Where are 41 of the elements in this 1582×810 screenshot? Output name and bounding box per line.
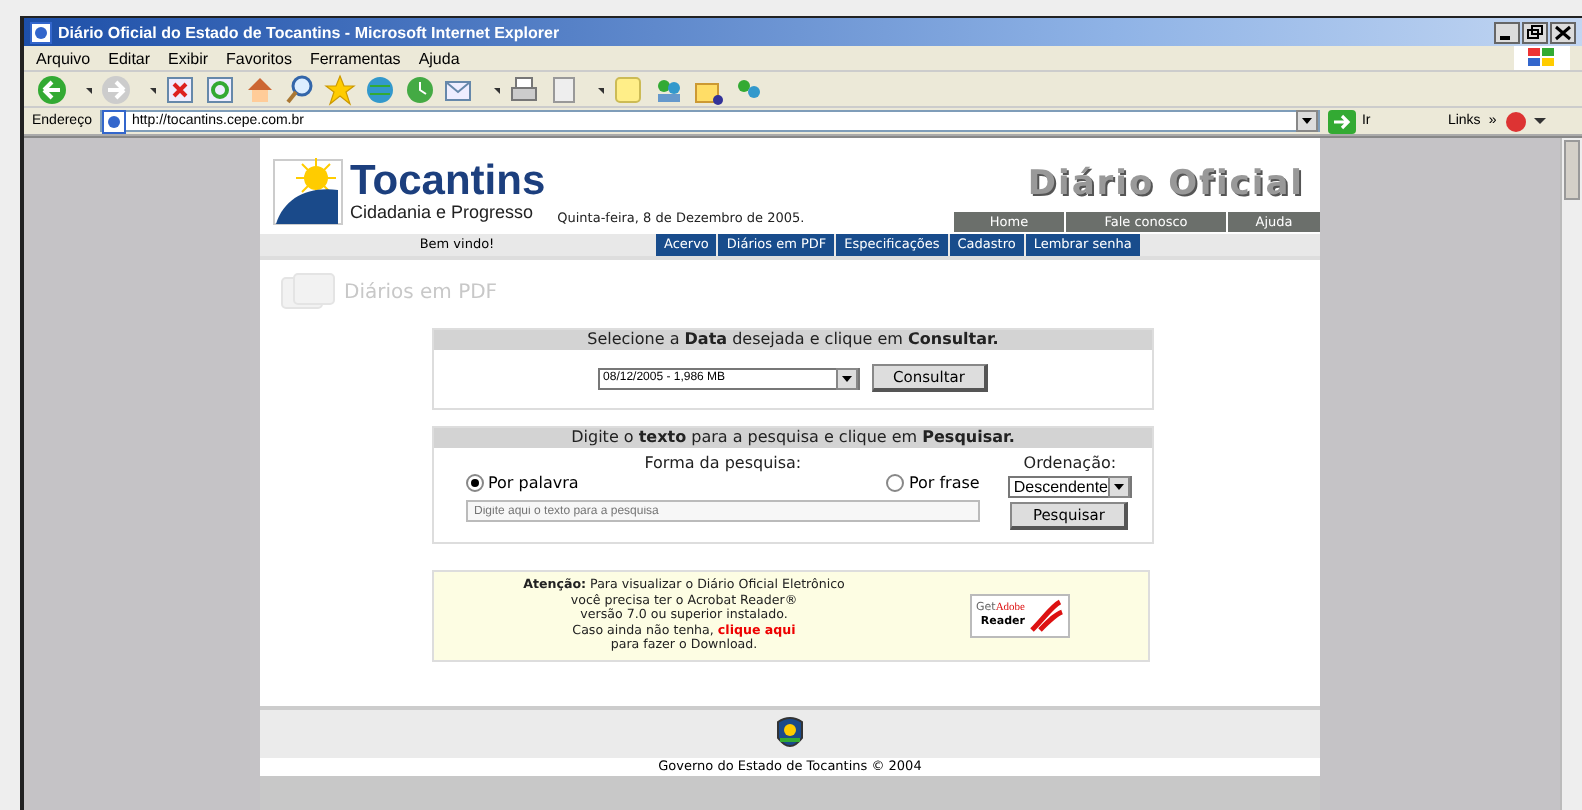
minimize-icon[interactable] [1494,21,1520,43]
menu-item[interactable]: Arquivo [36,49,91,67]
page-icon [101,109,126,133]
emblem-icon [774,713,806,753]
close-icon[interactable] [1550,21,1576,43]
documents-icon [280,272,336,312]
refresh-icon[interactable] [204,73,236,105]
page-icon [30,21,52,43]
restore-icon[interactable] [1522,21,1548,43]
brand-name: Tocantins [350,161,546,201]
search-icon[interactable] [284,73,316,105]
swoosh-icon [1028,597,1065,634]
menu-item[interactable]: Editar [108,49,151,67]
globe-icon[interactable] [364,73,396,105]
order-select[interactable]: Descendente [1007,476,1132,498]
radio-icon[interactable] [886,474,905,492]
slogan-text: Cidadania e Progresso [350,201,536,221]
toolbar-extension-icon[interactable] [1504,109,1549,133]
printer-icon[interactable] [508,73,540,105]
scrollbar[interactable] [1560,138,1582,810]
scroll-thumb[interactable] [1564,140,1580,200]
radio-icon[interactable] [466,474,484,492]
clock-icon[interactable] [404,73,436,105]
stop-icon[interactable] [164,73,196,105]
menu-item[interactable]: Favoritos [226,49,292,67]
windows-logo-icon [1514,46,1570,70]
sun-logo-icon [272,157,344,225]
panel-heading: Selecione a Data desejada e clique em Consultar. [434,330,1152,350]
window-title: Diário Oficial do Estado de Tocantins - Microsoft Internet Explorer [58,23,562,41]
home-icon[interactable] [244,73,276,105]
menu-item[interactable]: Ferramentas [309,49,401,67]
star-icon[interactable] [324,73,356,105]
radio-option[interactable]: Por frase [886,474,980,492]
order-label: Ordenação: [1023,454,1117,472]
menu-item[interactable]: Ajuda [418,49,460,67]
panel-heading: Digite o texto para a pesquisa e clique em Pesquisar. [434,428,1152,448]
radio-option[interactable]: Por palavra [466,474,579,492]
site-title: Diário Oficial [1027,164,1306,204]
go-arrow-icon[interactable] [1327,109,1356,133]
menu-item[interactable]: Exibir [168,49,209,67]
search-mode-label: Forma da pesquisa: [644,454,802,472]
